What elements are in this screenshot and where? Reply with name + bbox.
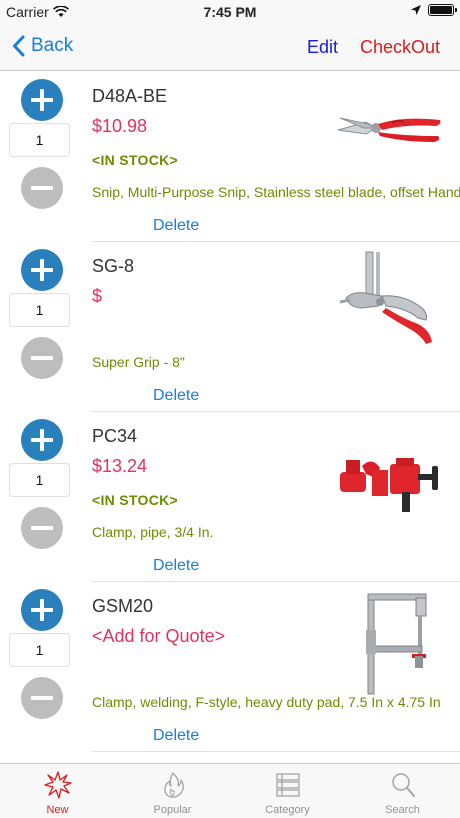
increase-quantity-button[interactable] <box>21 419 63 461</box>
cart-item: PC34 $13.24 <IN STOCK> Clamp, pipe, 3/4 … <box>0 412 460 582</box>
item-description: Snip, Multi-Purpose Snip, Stainless stee… <box>92 184 460 200</box>
decrease-quantity-button[interactable] <box>21 507 63 549</box>
delete-button[interactable]: Delete <box>153 387 199 405</box>
tab-popular[interactable]: Popular <box>115 764 230 818</box>
tab-category[interactable]: Category <box>230 764 345 818</box>
search-icon <box>391 773 415 797</box>
delete-button[interactable]: Delete <box>153 217 199 235</box>
cart-item: GSM20 <Add for Quote> Clamp, welding, F-… <box>0 582 460 752</box>
battery-icon <box>428 4 457 16</box>
decrease-quantity-button[interactable] <box>21 677 63 719</box>
flame-icon <box>163 772 184 798</box>
tab-label: Popular <box>153 804 192 816</box>
tab-label: Search <box>385 804 420 816</box>
decrease-quantity-button[interactable] <box>21 337 63 379</box>
cart-item: D48A-BE $10.98 <IN STOCK> Snip, Multi-Pu… <box>0 72 460 242</box>
tab-new[interactable]: New <box>0 764 115 818</box>
increase-quantity-button[interactable] <box>21 79 63 121</box>
item-price: $ <box>92 286 103 306</box>
quantity-field[interactable] <box>9 293 70 327</box>
edit-button[interactable]: Edit <box>307 37 338 58</box>
tab-label: Category <box>265 804 310 816</box>
item-price: <Add for Quote> <box>92 626 226 646</box>
tab-bar: New Popular Category Search <box>0 763 460 818</box>
snip-product-image <box>337 117 441 142</box>
back-button[interactable]: Back <box>12 35 73 57</box>
nav-bar: Back Edit CheckOut <box>0 24 460 71</box>
tab-search[interactable]: Search <box>345 764 460 818</box>
quantity-field[interactable] <box>9 123 70 157</box>
item-description: Clamp, welding, F-style, heavy duty pad,… <box>92 694 441 710</box>
increase-quantity-button[interactable] <box>21 589 63 631</box>
checkout-button[interactable]: CheckOut <box>360 37 440 58</box>
chevron-left-icon <box>13 35 25 57</box>
list-icon <box>275 773 300 797</box>
cart-list[interactable]: D48A-BE $10.98 <IN STOCK> Snip, Multi-Pu… <box>0 72 460 762</box>
item-sku: PC34 <box>92 426 138 446</box>
status-time: 7:45 PM <box>203 4 257 20</box>
item-sku: D48A-BE <box>92 86 168 106</box>
tab-label: New <box>46 804 69 816</box>
grip-product-image <box>339 251 432 344</box>
back-label: Back <box>31 35 74 56</box>
status-bar: Carrier 7:45 PM <box>0 0 460 24</box>
item-price: $13.24 <box>92 456 148 476</box>
burst-icon <box>43 771 72 799</box>
welding-clamp-product-image <box>366 593 427 695</box>
cart-item: SG-8 $ Super Grip - 8" Delete <box>0 242 460 412</box>
location-arrow-icon <box>411 5 421 15</box>
quantity-field[interactable] <box>9 463 70 497</box>
item-description: Super Grip - 8" <box>92 354 185 370</box>
pipe-clamp-product-image <box>340 458 438 512</box>
decrease-quantity-button[interactable] <box>21 167 63 209</box>
item-description: Clamp, pipe, 3/4 In. <box>92 524 214 540</box>
stock-status: <IN STOCK> <box>92 492 178 508</box>
delete-button[interactable]: Delete <box>153 557 199 575</box>
delete-button[interactable]: Delete <box>153 727 199 745</box>
stock-status: <IN STOCK> <box>92 152 178 168</box>
increase-quantity-button[interactable] <box>21 249 63 291</box>
quantity-field[interactable] <box>9 633 70 667</box>
item-sku: GSM20 <box>92 596 154 616</box>
item-price: $10.98 <box>92 116 148 136</box>
status-right <box>410 4 457 16</box>
item-sku: SG-8 <box>92 256 135 276</box>
